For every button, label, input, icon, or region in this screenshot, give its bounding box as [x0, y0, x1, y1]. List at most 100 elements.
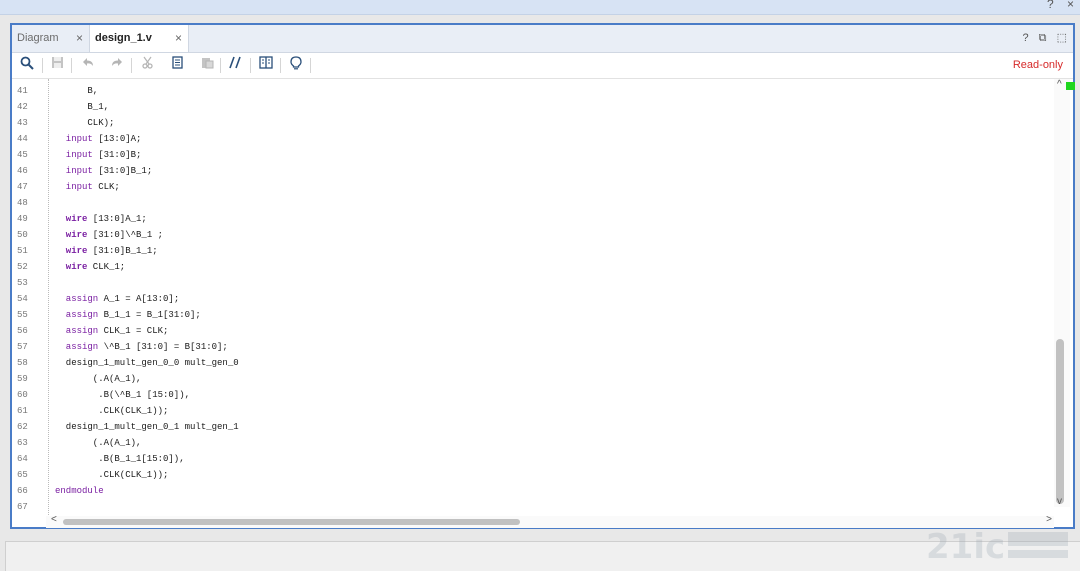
toolbar-separator [71, 58, 72, 73]
horizontal-scrollbar[interactable]: < > [46, 514, 1054, 528]
vertical-scrollbar[interactable]: ^ v [1054, 79, 1070, 507]
code-rest: .CLK(CLK_1)); [98, 470, 169, 480]
code-text: assign B_1_1 = B_1[31:0]; [66, 307, 201, 323]
scroll-up-icon[interactable]: ^ [1057, 79, 1062, 90]
bulb-icon[interactable] [287, 56, 305, 74]
code-text: input [31:0]B_1; [66, 163, 152, 179]
tab-design-label: design_1.v [95, 32, 152, 44]
line-number: 42 [17, 102, 28, 112]
line-number: 57 [17, 342, 28, 352]
line-number: 55 [17, 310, 28, 320]
help-icon[interactable]: ? [1047, 0, 1054, 11]
help-icon[interactable]: ? [1022, 32, 1028, 44]
code-rest: [13:0]A; [92, 134, 142, 144]
split-icon[interactable] [257, 56, 275, 74]
tab-design-1-v[interactable]: design_1.v × [89, 25, 189, 52]
code-rest: CLK; [92, 182, 120, 192]
code-rest: B, [87, 86, 99, 96]
panel-controls: ? ⧉ ⬚ [1015, 25, 1067, 52]
toolbar-separator [220, 58, 221, 73]
code-text: input [31:0]B; [66, 147, 142, 163]
code-text: (.A(A_1), [93, 371, 142, 387]
code-text: assign CLK_1 = CLK; [66, 323, 169, 339]
code-text: wire [31:0]B_1_1; [66, 243, 158, 259]
line-number: 47 [17, 182, 28, 192]
keyword: assign [65, 310, 99, 320]
code-rest: .B(\^B_1 [15:0]), [98, 390, 191, 400]
code-rest: [31:0]\^B_1 ; [87, 230, 164, 240]
cut-icon[interactable] [138, 56, 156, 74]
line-number: 51 [17, 246, 28, 256]
code-rest: (.A(A_1), [92, 438, 142, 448]
line-number: 64 [17, 454, 28, 464]
code-rest: [31:0]B; [92, 150, 142, 160]
toolbar-separator [42, 58, 43, 73]
code-text: B, [87, 83, 98, 99]
keyword: wire [65, 230, 88, 240]
line-number: 46 [17, 166, 28, 176]
close-icon[interactable]: × [76, 25, 83, 52]
code-text: assign A_1 = A[13:0]; [66, 291, 179, 307]
code-text: wire [13:0]A_1; [66, 211, 147, 227]
code-text: .CLK(CLK_1)); [98, 467, 168, 483]
scroll-left-icon[interactable]: < [51, 514, 57, 525]
close-icon[interactable]: × [1067, 0, 1074, 11]
code-rest: .B(B_1_1[15:0]), [98, 454, 185, 464]
keyword: assign [65, 326, 99, 336]
line-number: 49 [17, 214, 28, 224]
gutter-divider [48, 79, 49, 521]
code-rest: (.A(A_1), [92, 374, 142, 384]
code-rest: CLK); [87, 118, 115, 128]
code-text: (.A(A_1), [93, 435, 142, 451]
code-rest: CLK_1; [87, 262, 126, 272]
line-number: 63 [17, 438, 28, 448]
code-text: wire [31:0]\^B_1 ; [66, 227, 163, 243]
vertical-scroll-thumb[interactable] [1056, 339, 1064, 504]
toolbar-separator [280, 58, 281, 73]
search-icon[interactable] [18, 56, 36, 74]
toolbar-separator [310, 58, 311, 73]
code-rest: design_1_mult_gen_0_0 mult_gen_0 [65, 358, 239, 368]
editor-panel: Diagram × design_1.v × ? ⧉ ⬚ Read-only 4… [10, 23, 1075, 529]
tab-bar: Diagram × design_1.v × ? ⧉ ⬚ [12, 25, 1073, 53]
tab-diagram-label: Diagram [17, 32, 59, 44]
tab-diagram[interactable]: Diagram × [12, 25, 89, 52]
comment-icon[interactable] [227, 56, 245, 74]
code-rest: [31:0]B_1_1; [87, 246, 158, 256]
code-editor[interactable]: 41 B, 42 B_1, 43 CLK); 44 input [13:0]A; 45 input… [12, 79, 1073, 527]
save-icon[interactable] [48, 56, 66, 74]
paste-icon[interactable] [198, 56, 216, 74]
line-number: 52 [17, 262, 28, 272]
maximize-icon[interactable]: ⬚ [1057, 32, 1067, 44]
line-number: 41 [17, 86, 28, 96]
keyword: wire [65, 246, 88, 256]
code-text: .B(\^B_1 [15:0]), [98, 387, 190, 403]
title-bar: ? × [0, 0, 1080, 15]
code-text: assign \^B_1 [31:0] = B[31:0]; [66, 339, 228, 355]
line-number: 56 [17, 326, 28, 336]
code-rest: [13:0]A_1; [87, 214, 147, 224]
line-number: 65 [17, 470, 28, 480]
close-icon[interactable]: × [175, 25, 182, 52]
watermark-logo: 21ic [926, 524, 1076, 567]
keyword: input [65, 166, 93, 176]
status-marker [1066, 82, 1075, 90]
code-rest: B_1, [87, 102, 109, 112]
keyword: input [65, 134, 93, 144]
window-controls: ? × [1037, 0, 1074, 11]
code-text: input CLK; [66, 179, 120, 195]
code-rest: A_1 = A[13:0]; [98, 294, 180, 304]
horizontal-scroll-thumb[interactable] [63, 519, 520, 525]
line-number: 44 [17, 134, 28, 144]
code-text: CLK); [87, 115, 114, 131]
keyword: input [65, 182, 93, 192]
line-number: 50 [17, 230, 28, 240]
undo-icon[interactable] [78, 56, 96, 74]
scroll-down-icon[interactable]: v [1057, 496, 1062, 507]
restore-icon[interactable]: ⧉ [1039, 32, 1047, 44]
redo-icon[interactable] [108, 56, 126, 74]
code-text: design_1_mult_gen_0_0 mult_gen_0 [66, 355, 239, 371]
copy-icon[interactable] [168, 56, 186, 74]
line-number: 54 [17, 294, 28, 304]
code-rest: design_1_mult_gen_0_1 mult_gen_1 [65, 422, 239, 432]
